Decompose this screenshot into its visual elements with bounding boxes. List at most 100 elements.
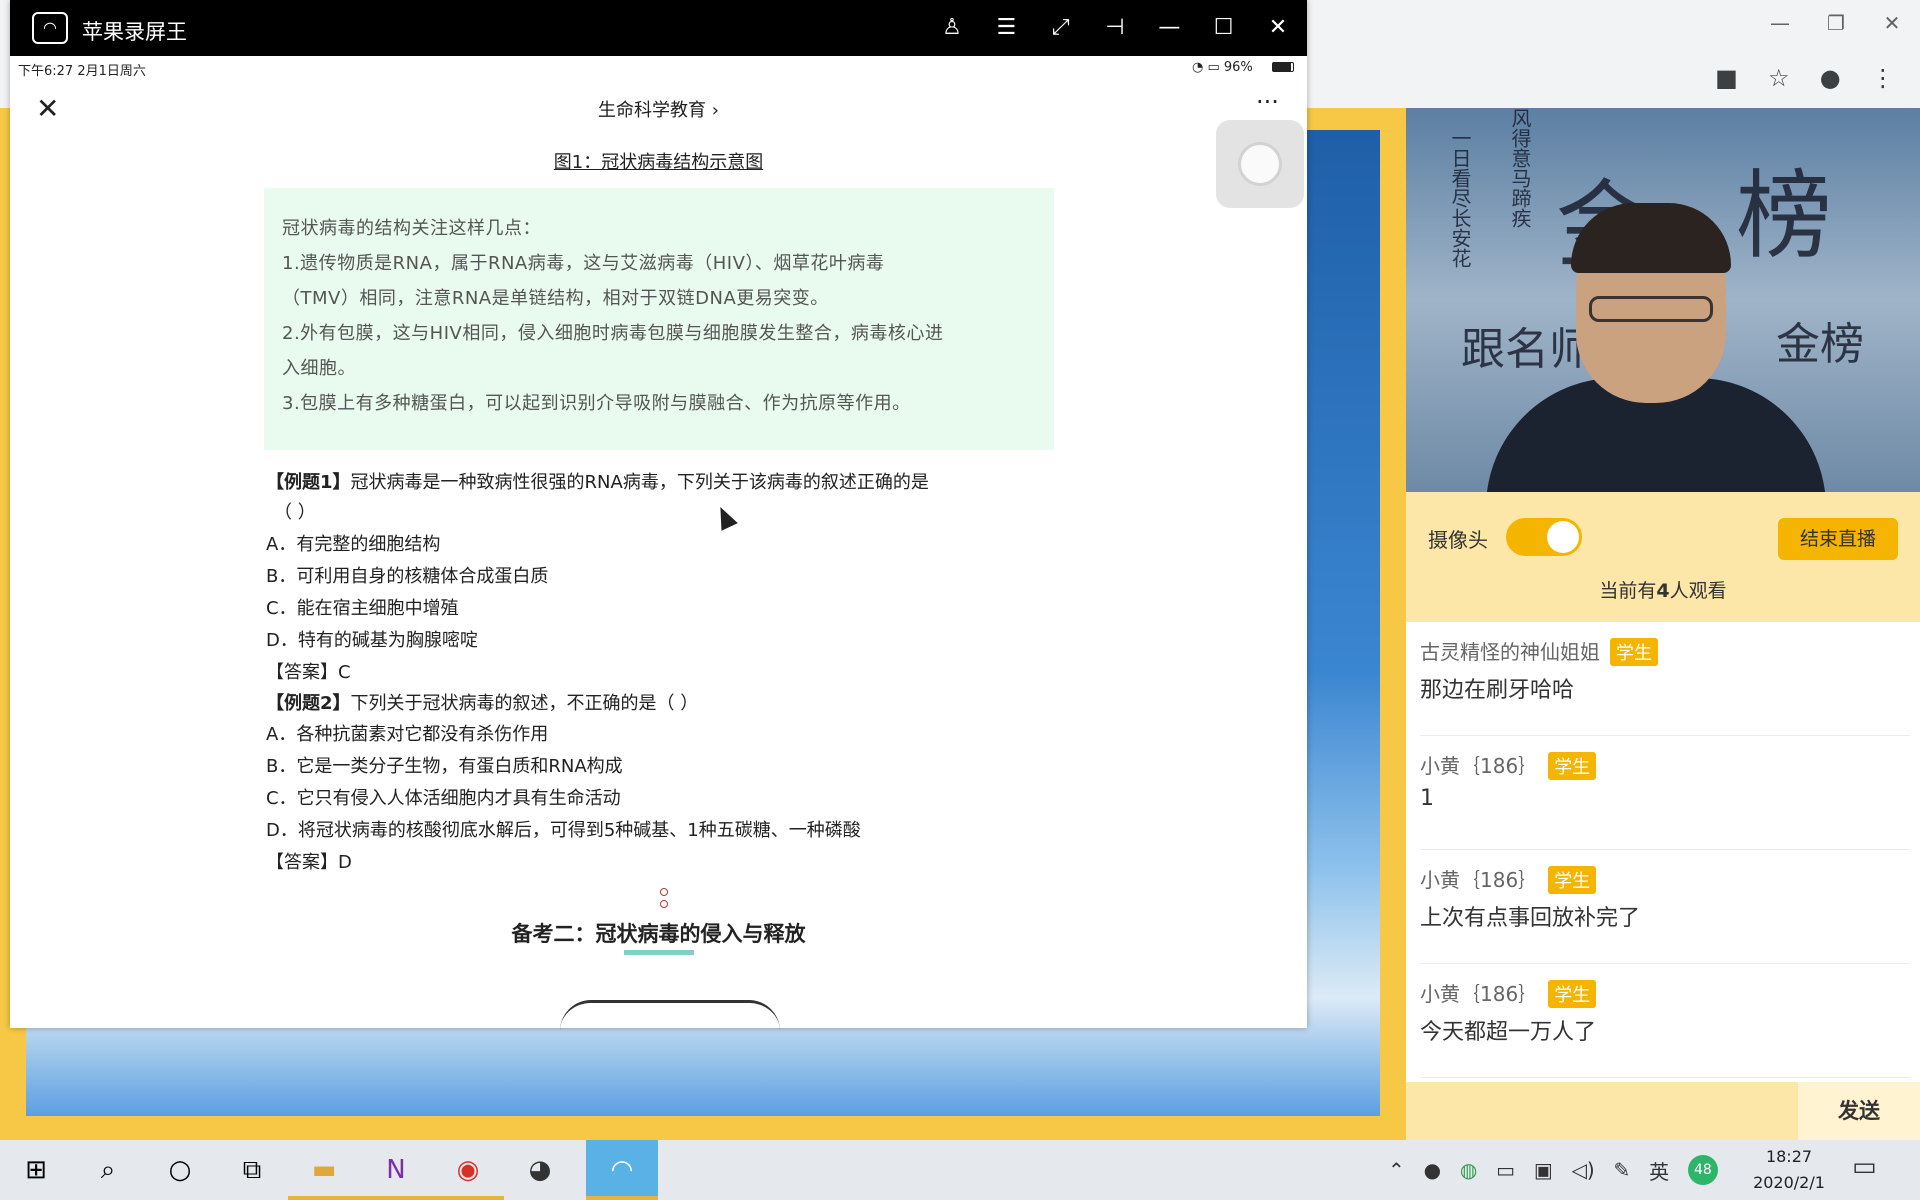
example2-label: 【例题2】 bbox=[266, 693, 351, 714]
close-icon[interactable]: ✕ bbox=[1256, 10, 1300, 46]
onenote-icon[interactable]: N bbox=[360, 1140, 432, 1200]
example2-text: 下列关于冠状病毒的叙述，不正确的是（ ） bbox=[350, 693, 699, 714]
note-line: 2.外有包膜，这与HIV相同，侵入细胞时病毒包膜与细胞膜发生整合，病毒核心进 bbox=[282, 323, 944, 344]
chat-user: 小黄｛186｝ 学生 bbox=[1420, 864, 1597, 894]
glasses bbox=[1589, 296, 1713, 322]
chat-text: 今天都超一万人了 bbox=[1420, 1020, 1597, 1045]
search-icon[interactable]: ⌕ bbox=[72, 1140, 144, 1200]
volume-icon[interactable]: ◁) bbox=[1572, 1158, 1595, 1182]
clock-date: 2020/2/1 bbox=[1753, 1173, 1825, 1192]
chat-message: 小黄｛186｝ 学生 今天都超一万人了 bbox=[1420, 964, 1910, 1078]
example1-option-d: D．特有的碱基为胸腺嘧啶 bbox=[266, 630, 478, 651]
note-line: 入细胞。 bbox=[282, 358, 356, 379]
minimize-icon[interactable]: — bbox=[1752, 8, 1808, 38]
viewer-prefix: 当前有 bbox=[1599, 580, 1657, 602]
account-icon[interactable]: ● bbox=[1820, 64, 1841, 92]
note-box: 冠状病毒的结构关注这样几点： 1.遗传物质是RNA，属于RNA病毒，这与艾滋病毒… bbox=[264, 188, 1054, 450]
example2-question: 【例题2】下列关于冠状病毒的叙述，不正确的是（ ） bbox=[266, 689, 698, 715]
battery-tray-icon[interactable]: ▭ bbox=[1496, 1158, 1515, 1182]
example1-option-b: B．可利用自身的核糖体合成蛋白质 bbox=[266, 566, 549, 587]
taskbar: ⊞ ⌕ ○ ⧉ ▬ N ◉ ◕ ◠ ⌃ ● ◍ ▭ ▣ ◁) ✎ 英 48 18… bbox=[0, 1140, 1920, 1200]
notification-icon[interactable]: ▭ bbox=[1852, 1152, 1877, 1182]
cortana-icon[interactable]: ○ bbox=[144, 1140, 216, 1200]
chat-badge: 学生 bbox=[1548, 752, 1597, 780]
screen-mirror-taskbar-icon[interactable]: ◠ bbox=[586, 1140, 658, 1200]
microphone-icon[interactable]: ● bbox=[1424, 1158, 1441, 1182]
live-panel: 摄像头 结束直播 当前有4人观看 古灵精怪的神仙姐姐 学生 那边在刷牙哈哈 小黄｛… bbox=[1406, 492, 1920, 1140]
chat-username: 小黄｛186｝ bbox=[1420, 868, 1539, 892]
mirror-controls: ♙ ☰ ⤢ ⊣ — ☐ ✕ bbox=[930, 10, 1300, 46]
close-icon[interactable]: ✕ bbox=[1864, 8, 1920, 38]
send-button[interactable]: 发送 bbox=[1798, 1082, 1920, 1140]
camera-icon[interactable]: ■ bbox=[1715, 64, 1738, 92]
example1-label: 【例题1】 bbox=[266, 472, 351, 493]
calligraphy-slogan: 跟名师 bbox=[1461, 324, 1593, 375]
chat-message: 小黄｛186｝ 学生 1 bbox=[1420, 736, 1910, 850]
star-icon[interactable]: ☆ bbox=[1768, 64, 1790, 92]
mirror-titlebar[interactable]: ◠ 苹果录屏王 ♙ ☰ ⤢ ⊣ — ☐ ✕ bbox=[10, 0, 1307, 56]
chat-user: 小黄｛186｝ 学生 bbox=[1420, 978, 1597, 1008]
chat-username: 小黄｛186｝ bbox=[1420, 982, 1539, 1006]
status-time: 下午6:27 2月1日周六 bbox=[18, 64, 146, 79]
chat-message: 古灵精怪的神仙姐姐 学生 那边在刷牙哈哈 bbox=[1420, 622, 1910, 736]
example2-option-a: A．各种抗菌素对它都没有杀伤作用 bbox=[266, 724, 549, 745]
task-view-icon[interactable]: ⧉ bbox=[216, 1140, 288, 1200]
restore-icon[interactable]: ❐ bbox=[1808, 8, 1864, 38]
chat-badge: 学生 bbox=[1548, 980, 1597, 1008]
windows-start-icon[interactable]: ⊞ bbox=[0, 1140, 72, 1200]
note-line: 3.包膜上有多种糖蛋白，可以起到识别介导吸附与膜融合、作为抗原等作用。 bbox=[282, 393, 911, 414]
camera-toggle[interactable] bbox=[1506, 518, 1582, 556]
system-clock[interactable]: 18:27 2020/2/1 bbox=[1734, 1144, 1844, 1196]
battery-percent: 96% bbox=[1223, 60, 1253, 75]
minimize-icon[interactable]: — bbox=[1147, 10, 1191, 46]
maximize-icon[interactable]: ☐ bbox=[1202, 10, 1246, 46]
file-explorer-icon[interactable]: ▬ bbox=[288, 1140, 360, 1200]
end-live-button[interactable]: 结束直播 bbox=[1778, 518, 1898, 560]
app-title[interactable]: 生命科学教育 › bbox=[10, 96, 1307, 122]
chat-text: 那边在刷牙哈哈 bbox=[1420, 678, 1575, 703]
toggle-knob bbox=[1547, 521, 1579, 553]
example2-option-b: B．它是一类分子生物，有蛋白质和RNA构成 bbox=[266, 756, 623, 777]
chrome-icon[interactable]: ◉ bbox=[432, 1140, 504, 1200]
note-line: 冠状病毒的结构关注这样几点： bbox=[282, 218, 541, 239]
section-decoration bbox=[660, 888, 670, 912]
chat-username: 小黄｛186｝ bbox=[1420, 754, 1539, 778]
mirror-logo-icon: ◠ bbox=[32, 12, 68, 44]
chat-badge: 学生 bbox=[1548, 866, 1597, 894]
more-icon[interactable]: ··· bbox=[1256, 88, 1279, 116]
chat-badge: 学生 bbox=[1610, 638, 1658, 666]
chat-user: 小黄｛186｝ 学生 bbox=[1420, 750, 1597, 780]
example2-option-d: D．将冠状病毒的核酸彻底水解后，可得到5种碱基、1种五碳糖、一种磷酸 bbox=[266, 820, 861, 841]
chat-message: 小黄｛186｝ 学生 上次有点事回放补完了 bbox=[1420, 850, 1910, 964]
chevron-up-icon[interactable]: ⌃ bbox=[1388, 1158, 1405, 1182]
teacher-video: 金 榜 风得意马蹄疾 一日看尽长安花 跟名师 金榜 bbox=[1406, 108, 1920, 492]
browser-toolbar: ■ ☆ ● ⋮ bbox=[1700, 58, 1910, 98]
section-title: 备考二：冠状病毒的侵入与释放 bbox=[511, 922, 806, 946]
status-icons: ◔ ▭ 96% bbox=[1192, 60, 1253, 75]
chat-text: 上次有点事回放补完了 bbox=[1420, 906, 1641, 931]
menu-icon[interactable]: ⋮ bbox=[1871, 64, 1895, 92]
security-badge[interactable]: 48 bbox=[1687, 1155, 1718, 1185]
pen-icon[interactable]: ✎ bbox=[1614, 1158, 1631, 1182]
screen-mirror-window: ◠ 苹果录屏王 ♙ ☰ ⤢ ⊣ — ☐ ✕ 下午6:27 2月1日周六 ◔ ▭ … bbox=[10, 0, 1307, 1028]
example2-option-c: C．它只有侵入人体活细胞内才具有生命活动 bbox=[266, 788, 621, 809]
pin-icon[interactable]: ⊣ bbox=[1093, 10, 1137, 46]
expand-icon[interactable]: ⤢ bbox=[1039, 10, 1083, 46]
example1-blank: （ ） bbox=[274, 502, 316, 523]
system-tray: ⌃ ● ◍ ▭ ▣ ◁) ✎ 英 48 bbox=[1388, 1140, 1718, 1200]
note-line: 1.遗传物质是RNA，属于RNA病毒，这与艾滋病毒（HIV）、烟草花叶病毒 bbox=[282, 253, 885, 274]
example1-text: 冠状病毒是一种致病性很强的RNA病毒，下列关于该病毒的叙述正确的是 bbox=[350, 472, 929, 493]
viewer-count: 当前有4人观看 bbox=[1406, 576, 1920, 603]
clock-time: 18:27 bbox=[1765, 1147, 1813, 1166]
user-icon[interactable]: ♙ bbox=[930, 10, 974, 46]
viewer-number: 4 bbox=[1656, 580, 1670, 602]
app-tray-icon[interactable]: ◍ bbox=[1460, 1158, 1477, 1182]
browser-window-controls: — ❐ ✕ bbox=[1700, 8, 1920, 38]
section-underline bbox=[624, 950, 694, 955]
note-line: （TMV）相同，注意RNA是单链结构，相对于双链DNA更易突变。 bbox=[282, 288, 829, 309]
chat-list[interactable]: 古灵精怪的神仙姐姐 学生 那边在刷牙哈哈 小黄｛186｝ 学生 1 小黄｛186｝ 学… bbox=[1406, 622, 1920, 1078]
list-icon[interactable]: ☰ bbox=[984, 10, 1028, 46]
ime-indicator[interactable]: 英 bbox=[1649, 1156, 1669, 1185]
obs-icon[interactable]: ◕ bbox=[504, 1140, 576, 1200]
network-icon[interactable]: ▣ bbox=[1534, 1158, 1553, 1182]
